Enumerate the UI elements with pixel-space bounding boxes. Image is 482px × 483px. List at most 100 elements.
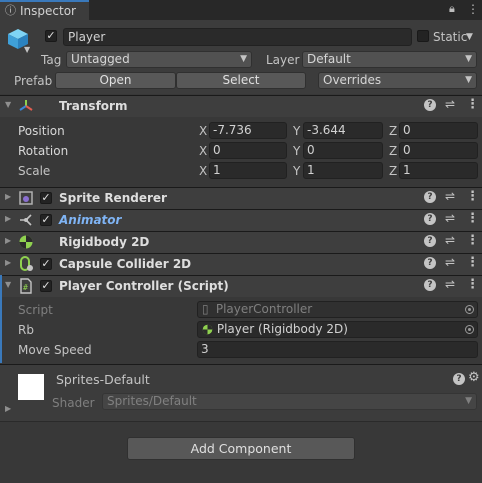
rigidbody2d-title: Rigidbody 2D — [59, 235, 150, 249]
foldout-collapsed-icon[interactable]: ▶ — [5, 258, 11, 267]
help-icon[interactable]: ? — [424, 191, 436, 203]
preset-icon[interactable]: ⇌ — [445, 277, 455, 291]
help-icon[interactable]: ? — [453, 373, 465, 385]
axis-z-label[interactable]: Z — [389, 123, 397, 139]
chevron-down-icon: ▼ — [465, 396, 472, 406]
axis-x-label[interactable]: X — [199, 123, 207, 139]
sprite-renderer-title: Sprite Renderer — [59, 191, 167, 205]
scale-x-field[interactable]: 1 — [209, 162, 287, 179]
overrides-dropdown[interactable]: Overrides ▼ — [318, 72, 477, 89]
tag-value: Untagged — [71, 52, 130, 66]
rb-field[interactable]: Player (Rigidbody 2D) — [197, 321, 478, 338]
animator-icon — [20, 214, 32, 226]
axis-z-label[interactable]: Z — [389, 143, 397, 159]
axis-x-label[interactable]: X — [199, 143, 207, 159]
rigidbody2d-header[interactable]: ▶ Rigidbody 2D ? ⇌ ⋮ — [0, 231, 482, 253]
prefab-label: Prefab — [14, 74, 53, 88]
capsule-collider-header[interactable]: ▶ ✓ Capsule Collider 2D ? ⇌ ⋮ — [0, 253, 482, 275]
prefab-select-button[interactable]: Select — [176, 72, 306, 89]
foldout-collapsed-icon[interactable]: ▶ — [5, 236, 11, 245]
component-menu-icon[interactable]: ⋮ — [466, 211, 479, 226]
script-icon: # — [20, 278, 32, 294]
player-controller-enabled-checkbox[interactable]: ✓ — [40, 280, 52, 292]
player-controller-header[interactable]: ▼ # ✓ Player Controller (Script) ? ⇌ ⋮ — [0, 275, 482, 297]
help-icon[interactable]: ? — [424, 235, 436, 247]
scale-z-field[interactable]: 1 — [399, 162, 478, 179]
rotation-y-field[interactable]: 0 — [303, 142, 383, 159]
axis-x-label[interactable]: X — [199, 163, 207, 179]
scale-y-field[interactable]: 1 — [303, 162, 383, 179]
position-label: Position — [18, 124, 65, 138]
tag-dropdown[interactable]: Untagged ▼ — [66, 51, 252, 68]
help-icon[interactable]: ? — [424, 213, 436, 225]
position-y-field[interactable]: -3.644 — [303, 122, 383, 139]
preset-icon[interactable]: ⇌ — [445, 211, 455, 225]
modified-indicator — [0, 275, 2, 363]
layer-label: Layer — [266, 53, 300, 67]
foldout-collapsed-icon[interactable]: ▶ — [5, 192, 11, 201]
sprite-renderer-enabled-checkbox[interactable]: ✓ — [40, 192, 52, 204]
position-z-field[interactable]: 0 — [399, 122, 478, 139]
settings-gear-icon[interactable]: ⚙ — [468, 370, 480, 385]
overrides-value: Overrides — [323, 73, 382, 87]
axis-y-label[interactable]: Y — [293, 123, 300, 139]
preset-icon[interactable]: ⇌ — [445, 233, 455, 247]
prefab-open-button[interactable]: Open — [55, 72, 176, 89]
position-x-field[interactable]: -7.736 — [209, 122, 287, 139]
material-preview-thumbnail[interactable] — [18, 374, 44, 400]
static-checkbox[interactable] — [417, 30, 429, 42]
chevron-down-icon: ▼ — [240, 54, 247, 64]
move-speed-label: Move Speed — [18, 343, 92, 357]
capsule-collider-icon — [20, 256, 33, 271]
icon-dropdown-arrow-icon[interactable]: ▼ — [24, 45, 30, 54]
help-icon[interactable]: ? — [424, 99, 436, 111]
foldout-expanded-icon[interactable]: ▼ — [5, 280, 11, 289]
tag-label: Tag — [41, 53, 62, 67]
script-label: Script — [18, 303, 53, 317]
rb-value: Player (Rigidbody 2D) — [216, 322, 348, 336]
foldout-expanded-icon[interactable]: ▼ — [5, 100, 11, 109]
component-menu-icon[interactable]: ⋮ — [466, 255, 479, 270]
add-component-button[interactable]: Add Component — [127, 437, 355, 460]
object-name-field[interactable]: Player — [63, 28, 412, 46]
transform-header[interactable]: ▼ Transform ? ⇌ ⋮ — [0, 95, 482, 117]
active-checkbox[interactable]: ✓ — [45, 30, 57, 42]
info-icon: ⓘ — [5, 4, 16, 17]
component-menu-icon[interactable]: ⋮ — [466, 189, 479, 204]
axis-y-label[interactable]: Y — [293, 143, 300, 159]
layer-dropdown[interactable]: Default ▼ — [302, 51, 477, 68]
component-menu-icon[interactable]: ⋮ — [466, 277, 479, 292]
preset-icon[interactable]: ⇌ — [445, 255, 455, 269]
capsule-collider-title: Capsule Collider 2D — [59, 257, 192, 271]
sprite-renderer-header[interactable]: ▶ ✓ Sprite Renderer ? ⇌ ⋮ — [0, 187, 482, 209]
foldout-collapsed-icon[interactable]: ▶ — [5, 214, 11, 223]
shader-dropdown: Sprites/Default ▼ — [102, 393, 477, 410]
axis-z-label[interactable]: Z — [389, 163, 397, 179]
help-icon[interactable]: ? — [424, 257, 436, 269]
preset-icon[interactable]: ⇌ — [445, 97, 455, 111]
more-menu-icon[interactable]: ⋮ — [467, 2, 479, 16]
component-menu-icon[interactable]: ⋮ — [466, 233, 479, 248]
rotation-z-field[interactable]: 0 — [399, 142, 478, 159]
foldout-collapsed-icon[interactable]: ▶ — [5, 404, 11, 413]
static-dropdown-arrow-icon[interactable]: ▼ — [466, 29, 473, 45]
rotation-x-field[interactable]: 0 — [209, 142, 287, 159]
axis-y-label[interactable]: Y — [293, 163, 300, 179]
shader-value: Sprites/Default — [107, 394, 197, 408]
script-field: ▯ PlayerController — [197, 301, 478, 318]
sprite-renderer-icon — [19, 191, 33, 205]
move-speed-field[interactable]: 3 — [197, 341, 478, 358]
component-menu-icon[interactable]: ⋮ — [466, 97, 479, 112]
player-controller-title: Player Controller (Script) — [59, 279, 229, 293]
animator-header[interactable]: ▶ ✓ Animator ? ⇌ ⋮ — [0, 209, 482, 231]
capsule-collider-enabled-checkbox[interactable]: ✓ — [40, 258, 52, 270]
rb-label: Rb — [18, 323, 34, 337]
help-icon[interactable]: ? — [424, 279, 436, 291]
lock-icon[interactable]: 🔒︎ — [449, 2, 455, 16]
layer-value: Default — [307, 52, 351, 66]
preset-icon[interactable]: ⇌ — [445, 189, 455, 203]
shader-label: Shader — [52, 396, 95, 410]
animator-enabled-checkbox[interactable]: ✓ — [40, 214, 52, 226]
object-picker-icon[interactable] — [465, 325, 474, 334]
tab-inspector[interactable]: ⓘ Inspector — [0, 0, 89, 20]
